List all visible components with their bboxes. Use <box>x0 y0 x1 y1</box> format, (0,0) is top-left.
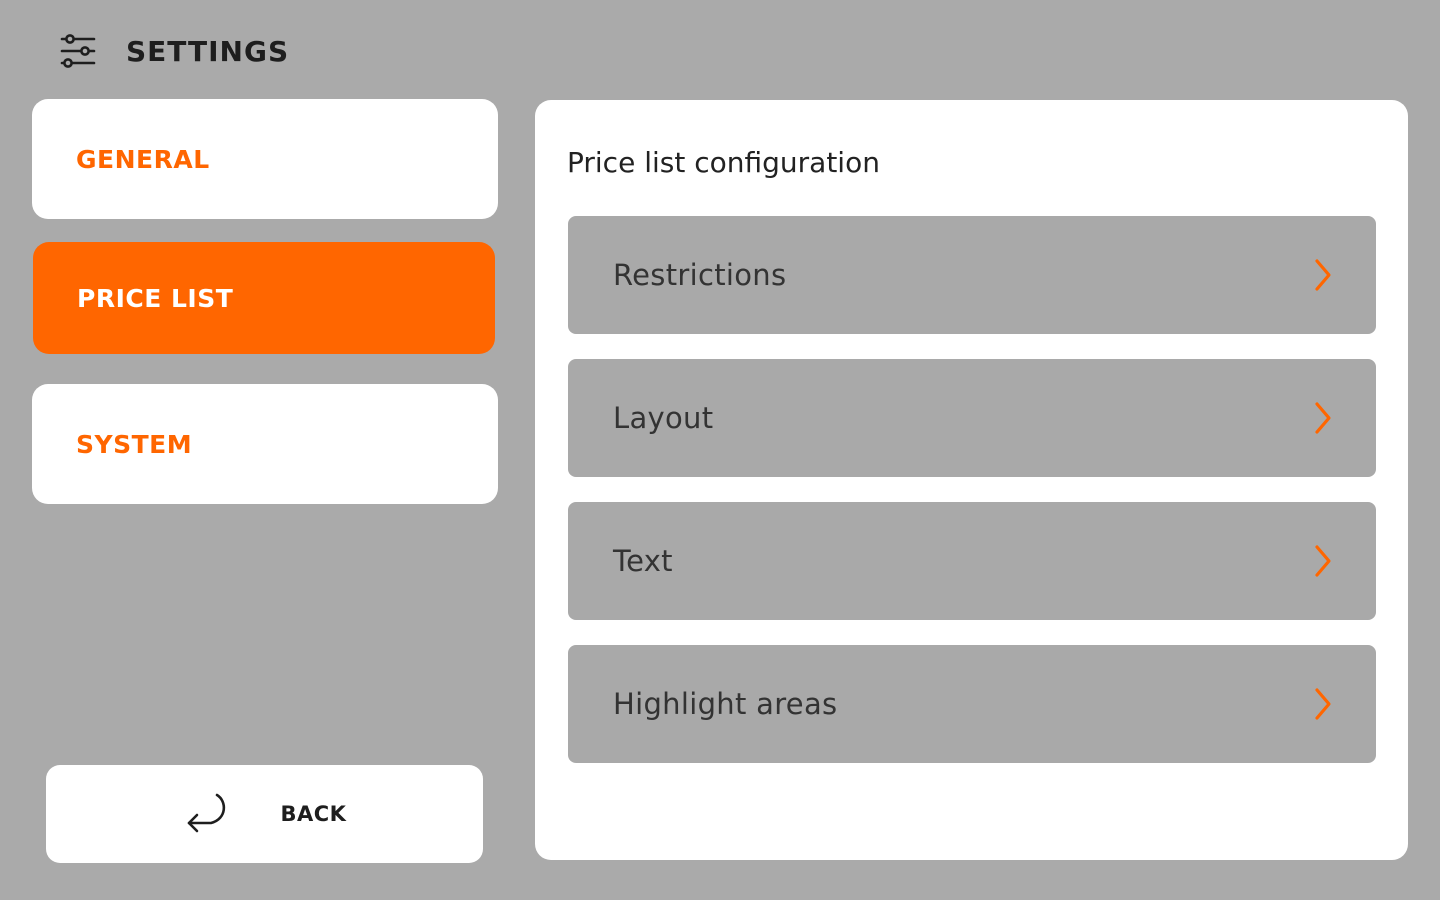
config-item-restrictions[interactable]: Restrictions <box>568 216 1376 334</box>
chevron-right-icon <box>1312 687 1334 721</box>
header: SETTINGS <box>58 28 289 74</box>
config-panel: Price list configuration Restrictions La… <box>535 100 1408 860</box>
config-item-label: Highlight areas <box>613 687 838 721</box>
config-item-text[interactable]: Text <box>568 502 1376 620</box>
config-item-highlight-areas[interactable]: Highlight areas <box>568 645 1376 763</box>
nav-item-general[interactable]: GENERAL <box>32 99 498 219</box>
nav-item-label: SYSTEM <box>76 429 193 459</box>
chevron-right-icon <box>1312 401 1334 435</box>
config-item-label: Restrictions <box>613 258 787 292</box>
chevron-right-icon <box>1312 544 1334 578</box>
config-item-label: Layout <box>613 401 714 435</box>
return-arrow-icon <box>183 791 233 837</box>
nav-item-system[interactable]: SYSTEM <box>32 384 498 504</box>
back-label: BACK <box>280 802 347 826</box>
page-title: SETTINGS <box>126 34 290 68</box>
config-item-layout[interactable]: Layout <box>568 359 1376 477</box>
nav-item-price-list[interactable]: PRICE LIST <box>33 242 495 354</box>
config-item-label: Text <box>613 544 673 578</box>
back-button[interactable]: BACK <box>46 765 483 863</box>
panel-title: Price list configuration <box>567 146 880 179</box>
settings-sliders-icon <box>58 31 98 71</box>
settings-screen: SETTINGS GENERAL PRICE LIST SYSTEM BACK … <box>0 0 1440 900</box>
nav-item-label: PRICE LIST <box>77 283 234 313</box>
chevron-right-icon <box>1312 258 1334 292</box>
nav-item-label: GENERAL <box>76 144 210 174</box>
